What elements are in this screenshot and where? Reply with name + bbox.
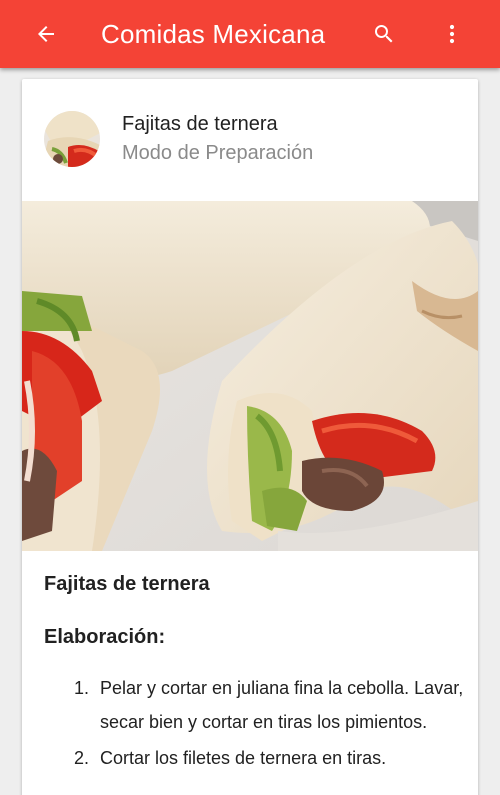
step-item: 2. Cortar los filetes de ternera en tira…	[44, 741, 464, 775]
section-title: Elaboración:	[44, 626, 166, 648]
step-text: Cortar los filetes de ternera en tiras.	[100, 748, 387, 768]
search-icon	[375, 25, 393, 43]
recipe-avatar	[44, 111, 100, 167]
back-button[interactable]	[28, 16, 64, 52]
fajitas-photo	[22, 201, 478, 551]
step-item: 1. Pelar y cortar en juliana fina la ceb…	[44, 671, 464, 739]
step-number: 1.	[74, 678, 90, 698]
recipe-name: Fajitas de ternera	[44, 573, 210, 595]
card-title: Fajitas de ternera	[122, 113, 278, 135]
steps-list: 1. Pelar y cortar en juliana fina la ceb…	[44, 671, 464, 777]
recipe-image	[22, 201, 478, 551]
toolbar-title: Comidas Mexicana	[101, 19, 326, 49]
fajitas-thumbnail	[44, 111, 100, 167]
card-header: Fajitas de ternera Modo de Preparación	[22, 79, 478, 201]
step-number: 2.	[74, 748, 90, 768]
card-subtitle: Modo de Preparación	[122, 142, 314, 164]
toolbar: Comidas Mexicana	[0, 0, 500, 68]
more-vert-icon	[449, 24, 455, 44]
app-screen: Comidas Mexicana Fajitas de ternera Modo…	[0, 0, 500, 795]
recipe-card: Fajitas de ternera Modo de Preparación F…	[22, 79, 478, 795]
more-options-button[interactable]	[434, 16, 470, 52]
arrow-back-icon	[38, 26, 54, 42]
step-text: Pelar y cortar en juliana fina la ceboll…	[100, 678, 464, 732]
search-button[interactable]	[366, 16, 402, 52]
